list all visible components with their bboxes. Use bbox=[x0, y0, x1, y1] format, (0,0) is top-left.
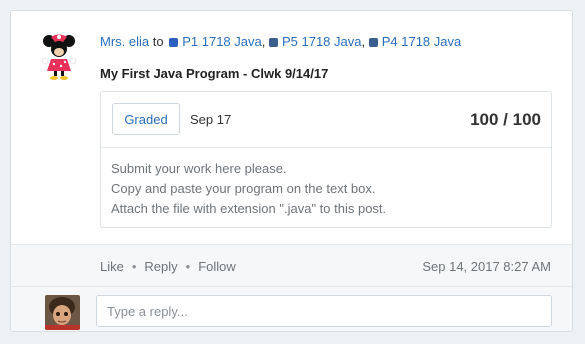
section-color-icon bbox=[268, 38, 278, 47]
description-line: Submit your work here please. bbox=[111, 161, 287, 176]
reply-input[interactable] bbox=[96, 295, 552, 327]
reply-row bbox=[11, 286, 572, 331]
assignment-description: Submit your work here please. Copy and p… bbox=[101, 148, 551, 219]
score: 100 / 100 bbox=[470, 110, 541, 129]
like-link[interactable]: Like bbox=[100, 259, 124, 274]
assignment-title[interactable]: My First Java Program - Clwk 9/14/17 bbox=[100, 66, 328, 81]
section-link-p4[interactable]: P4 1718 Java bbox=[382, 34, 462, 49]
reply-avatar bbox=[45, 295, 80, 330]
author-avatar[interactable] bbox=[39, 33, 81, 81]
post-header: Mrs. elia to P1 1718 Java, P5 1718 Java,… bbox=[100, 34, 462, 49]
graded-button[interactable]: Graded bbox=[112, 103, 180, 135]
section-color-icon bbox=[368, 38, 378, 47]
to-label: to bbox=[152, 34, 164, 49]
due-date: Sep 17 bbox=[190, 112, 232, 127]
separator-dot: • bbox=[131, 259, 137, 274]
section-color-icon bbox=[169, 38, 179, 47]
post-actions: Like • Reply • Follow bbox=[100, 259, 236, 274]
reply-link[interactable]: Reply bbox=[144, 259, 177, 274]
post-timestamp: Sep 14, 2017 8:27 AM bbox=[422, 259, 551, 274]
description-line: Copy and paste your program on the text … bbox=[111, 181, 376, 196]
assignment-box: Graded Sep 17 100 / 100 Submit your work… bbox=[100, 91, 552, 228]
description-line: Attach the file with extension ".java" t… bbox=[111, 201, 387, 216]
author-link[interactable]: Mrs. elia bbox=[100, 34, 149, 49]
follow-link[interactable]: Follow bbox=[198, 259, 236, 274]
post-card: Mrs. elia to P1 1718 Java, P5 1718 Java,… bbox=[10, 10, 573, 332]
section-link-p5[interactable]: P5 1718 Java bbox=[282, 34, 362, 49]
assignment-header: Graded Sep 17 100 / 100 bbox=[101, 92, 551, 148]
post-footer: Like • Reply • Follow Sep 14, 2017 8:27 AM bbox=[11, 244, 572, 286]
section-link-p1[interactable]: P1 1718 Java bbox=[182, 34, 262, 49]
separator-dot: • bbox=[185, 259, 191, 274]
